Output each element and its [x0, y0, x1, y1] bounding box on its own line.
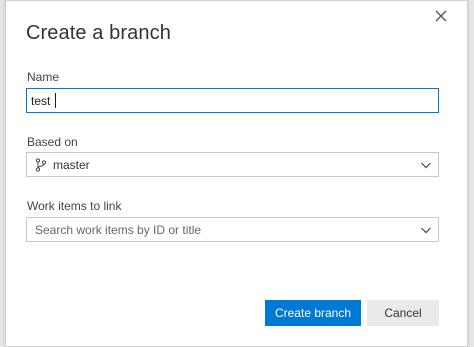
- text-caret: [55, 93, 56, 108]
- dialog-title: Create a branch: [26, 22, 171, 44]
- name-field[interactable]: [26, 88, 439, 113]
- name-label: Name: [27, 70, 60, 84]
- close-button[interactable]: [433, 8, 449, 24]
- chevron-down-icon: [421, 162, 431, 169]
- work-items-placeholder: Search work items by ID or title: [35, 223, 202, 237]
- work-items-search[interactable]: Search work items by ID or title: [26, 217, 439, 242]
- create-branch-button[interactable]: Create branch: [265, 300, 361, 326]
- close-icon: [435, 10, 447, 22]
- based-on-dropdown[interactable]: master: [26, 152, 439, 177]
- work-items-label: Work items to link: [27, 199, 122, 213]
- name-input[interactable]: [31, 89, 431, 112]
- cancel-button[interactable]: Cancel: [367, 300, 439, 326]
- create-branch-dialog: Create a branch Name Based on master Wor…: [5, 0, 468, 347]
- based-on-value: master: [53, 158, 90, 172]
- branch-icon: [35, 158, 47, 172]
- chevron-down-icon: [421, 227, 431, 234]
- based-on-label: Based on: [27, 135, 78, 149]
